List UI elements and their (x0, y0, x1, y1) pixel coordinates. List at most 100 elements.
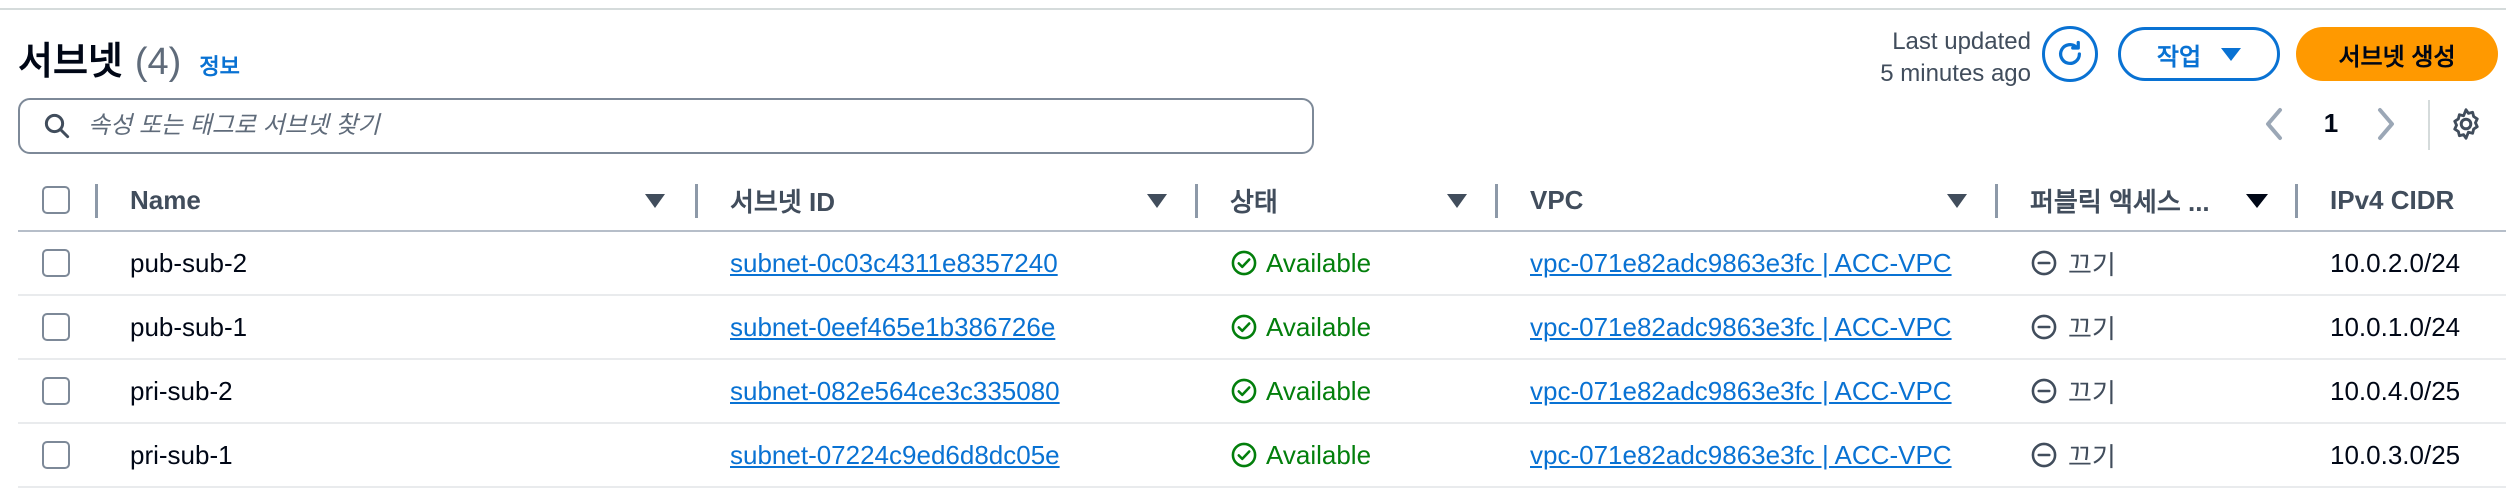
top-divider (0, 8, 2506, 10)
table-row[interactable]: pub-sub-1 subnet-0eef465e1b386726e Avail… (18, 296, 2506, 360)
subnet-id-link[interactable]: subnet-0eef465e1b386726e (730, 312, 1055, 343)
row-checkbox[interactable] (42, 249, 70, 277)
row-checkbox-cell (42, 360, 70, 422)
minus-circle-icon (2031, 378, 2057, 404)
state-cell: Available (1230, 424, 1480, 486)
column-header-subnet-id[interactable]: 서브넷 ID (730, 170, 1150, 230)
row-checkbox[interactable] (42, 441, 70, 469)
public-access-text: 끄기 (2068, 313, 2116, 344)
select-all-checkbox[interactable] (42, 186, 70, 214)
public-access-cell: 끄기 (2030, 232, 2270, 294)
ipv4-cidr: 10.0.2.0/24 (2330, 247, 2461, 278)
state-cell: Available (1230, 296, 1480, 358)
column-header-vpc[interactable]: VPC (1530, 170, 1930, 230)
state-text: Available (1266, 439, 1372, 470)
page-title: 서브넷 (18, 41, 123, 83)
actions-label: 작업 (2156, 43, 2202, 71)
vpc-link[interactable]: vpc-071e82adc9863e3fc | ACC-VPC (1530, 376, 1976, 407)
minus-circle-icon (2031, 314, 2057, 340)
check-circle-icon (1231, 314, 1257, 340)
column-header-public-access[interactable]: 퍼블릭 액세스 ... (2030, 170, 2250, 230)
column-header-ipv4-cidr[interactable]: IPv4 CIDR (2330, 170, 2506, 230)
column-divider[interactable] (1995, 184, 1998, 218)
public-access-cell: 끄기 (2030, 424, 2270, 486)
row-checkbox-cell (42, 424, 70, 486)
subnet-name: pri-sub-1 (130, 439, 233, 470)
row-checkbox-cell (42, 296, 70, 358)
info-link[interactable]: 정보 (199, 49, 239, 81)
column-label: IPv4 CIDR (2330, 184, 2455, 215)
search-icon (44, 113, 70, 139)
search-input[interactable] (86, 111, 1270, 141)
refresh-icon (2059, 40, 2081, 65)
caret-down-icon (2221, 47, 2242, 61)
column-divider[interactable] (95, 184, 98, 218)
sort-caret-icon[interactable] (2246, 194, 2268, 208)
column-divider[interactable] (2295, 184, 2298, 218)
last-updated: Last updated 5 minutes ago (1880, 26, 2031, 90)
check-circle-icon (1231, 378, 1257, 404)
ipv4-cidr: 10.0.1.0/24 (2330, 311, 2461, 342)
column-divider[interactable] (1195, 184, 1198, 218)
chevron-left-icon (2266, 108, 2282, 140)
state-text: Available (1266, 375, 1372, 406)
subnet-id-link[interactable]: subnet-082e564ce3c335080 (730, 376, 1060, 407)
public-access-text: 끄기 (2068, 249, 2116, 280)
state-text: Available (1266, 311, 1372, 342)
sort-caret-icon[interactable] (1947, 194, 1967, 208)
vpc-link[interactable]: vpc-071e82adc9863e3fc | ACC-VPC (1530, 312, 1976, 343)
sort-caret-icon[interactable] (1147, 194, 1167, 208)
column-divider[interactable] (1495, 184, 1498, 218)
create-subnet-button[interactable]: 서브넷 생성 (2296, 27, 2498, 81)
column-label: 퍼블릭 액세스 ... (2030, 186, 2210, 217)
table-row[interactable]: pri-sub-1 subnet-07224c9ed6d8dc05e Avail… (18, 424, 2506, 488)
column-label: VPC (1530, 184, 1584, 215)
vpc-link[interactable]: vpc-071e82adc9863e3fc | ACC-VPC (1530, 248, 1976, 279)
public-access-cell: 끄기 (2030, 296, 2270, 358)
subnet-name: pub-sub-2 (130, 247, 248, 278)
column-label: 서브넷 ID (730, 186, 835, 217)
public-access-cell: 끄기 (2030, 360, 2270, 422)
actions-dropdown-button[interactable]: 작업 (2118, 27, 2280, 81)
ipv4-cidr: 10.0.4.0/25 (2330, 375, 2461, 406)
subnets-table: Name 서브넷 ID 상태 VPC 퍼블릭 액세스 ... IPv4 CIDR (18, 170, 2506, 488)
column-label: Name (130, 184, 201, 215)
column-divider[interactable] (695, 184, 698, 218)
toolbar-divider (2428, 100, 2430, 150)
public-access-text: 끄기 (2068, 377, 2116, 408)
row-checkbox[interactable] (42, 313, 70, 341)
last-updated-label: Last updated (1892, 28, 2031, 55)
column-header-state[interactable]: 상태 (1230, 170, 1430, 230)
next-page-button[interactable] (2374, 106, 2398, 142)
subnet-id-link[interactable]: subnet-0c03c4311e8357240 (730, 248, 1058, 279)
state-cell: Available (1230, 232, 1480, 294)
sort-caret-icon[interactable] (1447, 194, 1467, 208)
sort-caret-icon[interactable] (645, 194, 665, 208)
vpc-link[interactable]: vpc-071e82adc9863e3fc | ACC-VPC (1530, 440, 1976, 471)
column-header-name[interactable]: Name (130, 170, 650, 230)
ipv4-cidr: 10.0.3.0/25 (2330, 439, 2461, 470)
gear-icon (2453, 108, 2479, 140)
state-text: Available (1266, 247, 1372, 278)
table-row[interactable]: pub-sub-2 subnet-0c03c4311e8357240 Avail… (18, 232, 2506, 296)
table-row[interactable]: pri-sub-2 subnet-082e564ce3c335080 Avail… (18, 360, 2506, 424)
minus-circle-icon (2031, 442, 2057, 468)
select-all-cell (42, 170, 70, 230)
page-header: 서브넷 (4) 정보 (18, 30, 240, 85)
table-header: Name 서브넷 ID 상태 VPC 퍼블릭 액세스 ... IPv4 CIDR (18, 170, 2506, 232)
last-updated-time: 5 minutes ago (1880, 60, 2031, 87)
check-circle-icon (1231, 442, 1257, 468)
refresh-button[interactable] (2042, 26, 2098, 82)
current-page-number[interactable]: 1 (2318, 108, 2344, 139)
public-access-text: 끄기 (2068, 441, 2116, 472)
chevron-right-icon (2378, 108, 2394, 140)
subnet-name: pri-sub-2 (130, 375, 233, 406)
row-checkbox[interactable] (42, 377, 70, 405)
state-cell: Available (1230, 360, 1480, 422)
table-preferences-button[interactable] (2448, 106, 2484, 147)
search-bar (18, 98, 1314, 154)
subnet-id-link[interactable]: subnet-07224c9ed6d8dc05e (730, 440, 1060, 471)
column-label: 상태 (1230, 186, 1278, 217)
previous-page-button[interactable] (2262, 106, 2286, 142)
resource-count: (4) (134, 41, 182, 83)
